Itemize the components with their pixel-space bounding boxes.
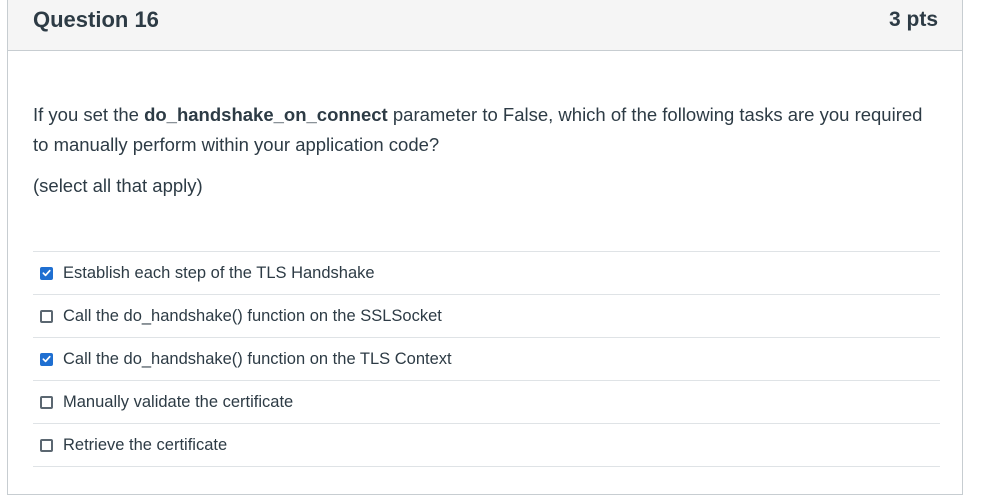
question-instruction: (select all that apply) — [33, 175, 203, 196]
answer-checkbox[interactable] — [40, 438, 53, 452]
answer-list: Establish each step of the TLS Handshake… — [33, 251, 940, 467]
question-body: If you set the do_handshake_on_connect p… — [33, 50, 940, 467]
answer-checkbox[interactable] — [40, 395, 53, 409]
question-points: 3 pts — [888, 8, 938, 31]
answer-option[interactable]: Call the do_handshake() function on the … — [33, 338, 940, 381]
checkmark-icon — [42, 269, 51, 277]
answer-checkbox[interactable] — [40, 266, 53, 280]
answer-label[interactable]: Manually validate the certificate — [63, 393, 293, 412]
question-header: Question 16 3 pts — [8, 0, 962, 51]
prompt-keyword: do_handshake_on_connect — [144, 104, 388, 125]
answer-label[interactable]: Retrieve the certificate — [63, 436, 227, 455]
answer-label[interactable]: Call the do_handshake() function on the … — [63, 350, 452, 369]
answer-label[interactable]: Call the do_handshake() function on the … — [63, 307, 442, 326]
checkmark-icon — [42, 355, 51, 363]
answer-option[interactable]: Retrieve the certificate — [33, 424, 940, 467]
answer-option[interactable]: Call the do_handshake() function on the … — [33, 295, 940, 338]
answer-option[interactable]: Manually validate the certificate — [33, 381, 940, 424]
question-title: Question 16 — [33, 7, 159, 32]
answer-option[interactable]: Establish each step of the TLS Handshake — [33, 252, 940, 295]
question-card: Question 16 3 pts If you set the do_hand… — [7, 0, 963, 495]
answer-checkbox[interactable] — [40, 309, 53, 323]
answer-label[interactable]: Establish each step of the TLS Handshake — [63, 264, 375, 283]
question-prompt: If you set the do_handshake_on_connect p… — [33, 100, 940, 160]
prompt-text-before: If you set the — [33, 104, 145, 125]
answer-checkbox[interactable] — [40, 352, 53, 366]
